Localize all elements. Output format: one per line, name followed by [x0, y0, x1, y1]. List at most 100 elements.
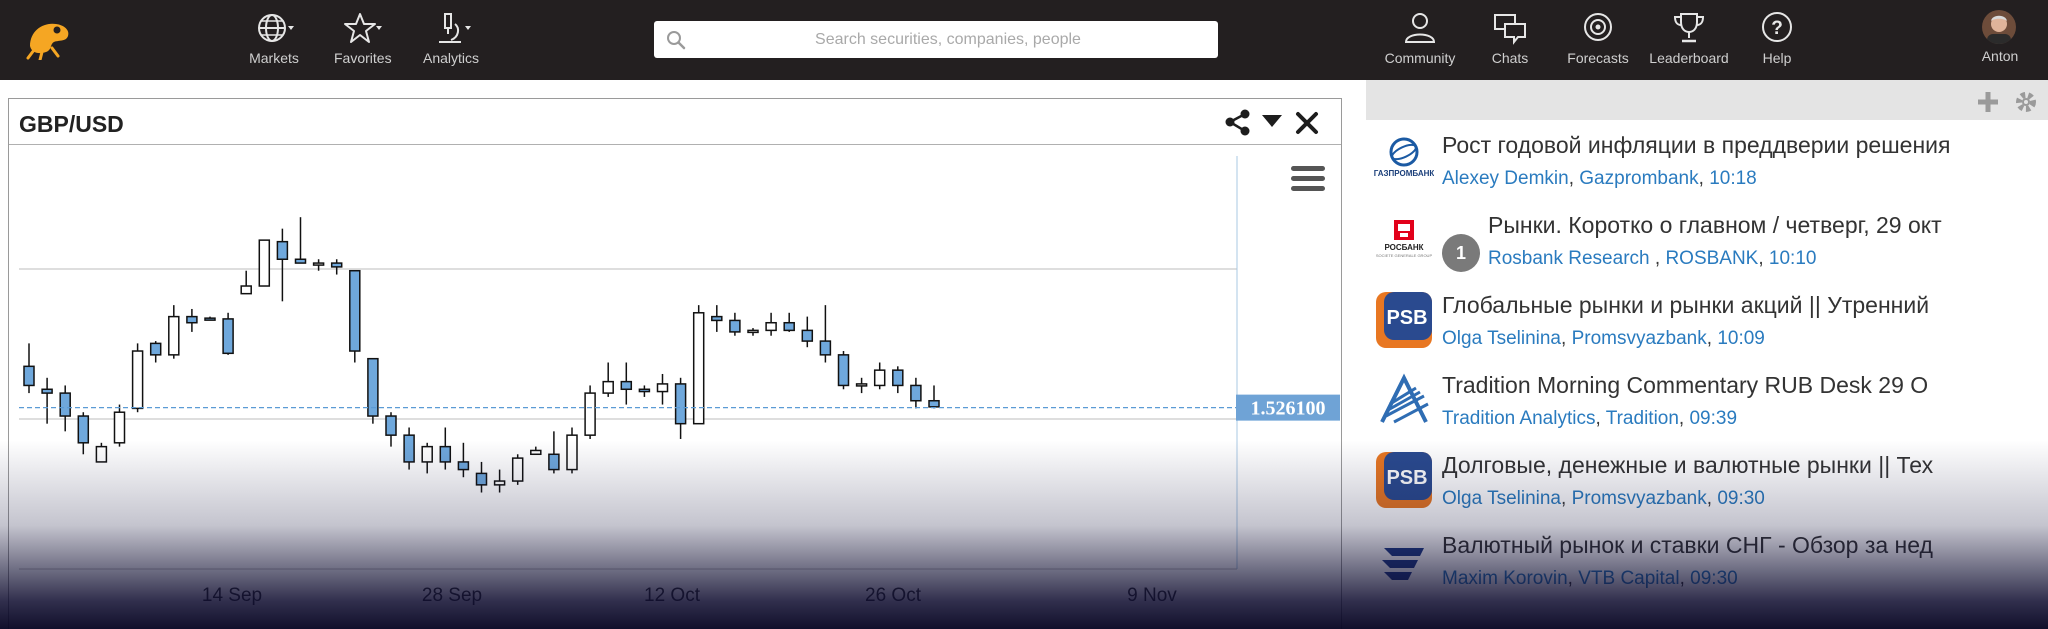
avatar[interactable] — [1982, 10, 2016, 44]
candle[interactable] — [403, 434, 415, 463]
frog-logo-icon[interactable] — [24, 16, 74, 60]
candle[interactable] — [77, 415, 90, 444]
author-link[interactable]: Olga Tselinina — [1442, 488, 1561, 509]
candle[interactable] — [783, 321, 795, 332]
candle[interactable] — [312, 262, 325, 266]
candle[interactable] — [457, 461, 470, 471]
candle[interactable] — [421, 445, 433, 463]
candle[interactable] — [41, 388, 53, 394]
nav-favorites[interactable]: Favorites — [334, 10, 392, 66]
candle[interactable] — [511, 457, 524, 482]
candle[interactable] — [294, 258, 307, 264]
nav-chats[interactable]: Chats — [1480, 10, 1540, 66]
candle[interactable] — [95, 445, 108, 463]
candle[interactable] — [439, 445, 452, 463]
author-link[interactable]: Alexey Demkin — [1442, 168, 1569, 189]
candle[interactable] — [892, 369, 904, 387]
chevron-down-icon[interactable] — [1261, 113, 1283, 129]
nav-markets[interactable]: Markets — [246, 10, 302, 66]
chart-menu-icon[interactable] — [1291, 166, 1325, 191]
candle[interactable] — [59, 392, 71, 417]
list-item[interactable]: ГАЗПРОМБАНК Рост годовой инфляции в пред… — [1366, 120, 2048, 200]
gear-icon[interactable] — [2012, 88, 2040, 116]
nav-community[interactable]: Community — [1380, 10, 1460, 66]
candle[interactable] — [548, 453, 560, 471]
list-item[interactable]: PSB Глобальные рынки и рынки акций || Ут… — [1366, 280, 2048, 360]
candle[interactable] — [258, 239, 271, 287]
nav-help[interactable]: ? Help — [1752, 10, 1802, 66]
nav-leaderboard[interactable]: Leaderboard — [1646, 10, 1732, 66]
candle[interactable] — [819, 340, 832, 356]
candle[interactable] — [186, 315, 198, 324]
close-icon[interactable] — [1295, 111, 1319, 135]
candle[interactable] — [747, 329, 759, 334]
candle[interactable] — [620, 380, 633, 391]
candle[interactable] — [602, 380, 614, 394]
nav-user[interactable]: Anton — [1970, 48, 2030, 64]
candle[interactable] — [765, 321, 777, 332]
candle[interactable] — [530, 449, 542, 456]
time-link[interactable]: 10:09 — [1717, 328, 1765, 349]
news-title[interactable]: Валютный рынок и ставки СНГ - Обзор за н… — [1442, 532, 2002, 559]
svg-text:PSB: PSB — [1386, 307, 1427, 329]
news-title[interactable]: Глобальные рынки и рынки акций || Утренн… — [1442, 292, 2002, 319]
news-title[interactable]: Долговые, денежные и валютные рынки || Т… — [1442, 452, 2002, 479]
candle[interactable] — [168, 315, 180, 356]
list-item[interactable]: Валютный рынок и ставки СНГ - Обзор за н… — [1366, 520, 2048, 600]
candle[interactable] — [729, 319, 741, 333]
company-link[interactable]: ROSBANK — [1665, 248, 1758, 269]
list-item[interactable]: Tradition Morning Commentary RUB Desk 29… — [1366, 360, 2048, 440]
candle[interactable] — [855, 383, 868, 387]
time-link[interactable]: 10:10 — [1769, 248, 1817, 269]
candle[interactable] — [801, 329, 814, 342]
company-link[interactable]: Promsvyazbank — [1572, 328, 1707, 349]
company-link[interactable]: Tradition — [1606, 408, 1679, 429]
news-title[interactable]: Рынки. Коротко о главном / четверг, 29 о… — [1488, 212, 2048, 239]
company-link[interactable]: VTB Capital — [1578, 568, 1679, 589]
author-link[interactable]: Tradition Analytics — [1442, 408, 1595, 429]
list-item[interactable]: РОСБАНК SOCIETE GENERALE GROUP 1 Рынки. … — [1366, 200, 2048, 280]
candle[interactable] — [584, 392, 596, 436]
news-title[interactable]: Tradition Morning Commentary RUB Desk 29… — [1442, 372, 2002, 399]
search-input[interactable] — [688, 21, 1208, 58]
price-chart[interactable]: 1.526100 14 Sep 28 Sep 12 Oct 26 Oct 9 Nov — [9, 146, 1341, 629]
company-link[interactable]: Gazprombank — [1579, 168, 1698, 189]
candle[interactable] — [131, 350, 144, 410]
candle[interactable] — [149, 342, 162, 356]
company-link[interactable]: Promsvyazbank — [1572, 488, 1707, 509]
candle[interactable] — [204, 317, 216, 321]
time-link[interactable]: 09:30 — [1717, 488, 1765, 509]
candle[interactable] — [928, 399, 940, 408]
candle[interactable] — [23, 365, 35, 387]
candle[interactable] — [910, 384, 922, 402]
nav-chats-label: Chats — [1491, 50, 1529, 66]
candle[interactable] — [566, 434, 578, 471]
time-link[interactable]: 10:18 — [1709, 168, 1757, 189]
news-title[interactable]: Рост годовой инфляции в преддверии решен… — [1442, 132, 2002, 159]
author-link[interactable]: Rosbank Research — [1488, 248, 1650, 269]
list-item[interactable]: PSB Долговые, денежные и валютные рынки … — [1366, 440, 2048, 520]
add-icon[interactable] — [1974, 90, 2002, 114]
candle[interactable] — [385, 415, 397, 436]
candle[interactable] — [113, 411, 126, 444]
candle[interactable] — [330, 262, 343, 268]
nav-forecasts[interactable]: Forecasts — [1562, 10, 1634, 66]
author-link[interactable]: Maxim Korovin — [1442, 568, 1568, 589]
nav-analytics[interactable]: Analytics — [419, 10, 483, 66]
candle[interactable] — [493, 480, 506, 486]
share-icon[interactable] — [1223, 109, 1253, 137]
candle[interactable] — [656, 383, 669, 393]
candle[interactable] — [873, 369, 886, 387]
time-link[interactable]: 09:30 — [1690, 568, 1738, 589]
author-link[interactable]: Olga Tselinina — [1442, 328, 1561, 349]
candle[interactable] — [240, 285, 252, 295]
time-link[interactable]: 09:39 — [1689, 408, 1737, 429]
candle[interactable] — [276, 240, 289, 260]
candle[interactable] — [674, 383, 687, 425]
candle[interactable] — [222, 318, 234, 355]
candle[interactable] — [349, 269, 361, 352]
candle[interactable] — [837, 354, 850, 387]
candle[interactable] — [711, 315, 723, 322]
candle[interactable] — [475, 472, 488, 486]
candle[interactable] — [638, 388, 651, 393]
